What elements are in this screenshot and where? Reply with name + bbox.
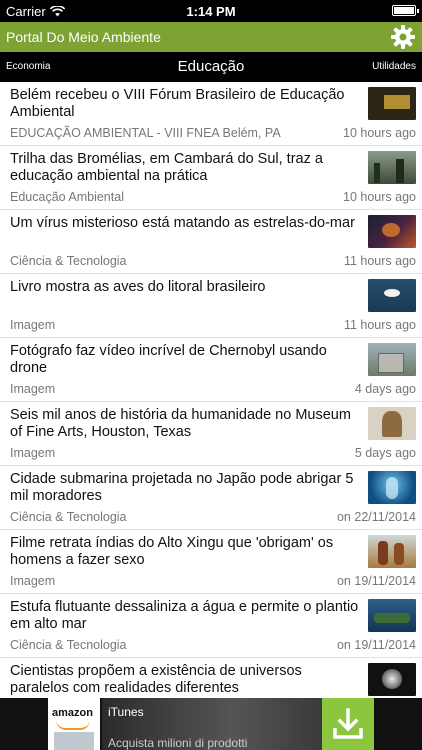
article-category: Ciência & Tecnologia	[10, 510, 127, 524]
article-row[interactable]: Trilha das Bromélias, em Cambará do Sul,…	[0, 146, 422, 210]
battery-icon	[392, 5, 419, 16]
article-row[interactable]: Cidade submarina projetada no Japão pode…	[0, 466, 422, 530]
app-title: Portal Do Meio Ambiente	[6, 29, 161, 45]
article-category: Imagem	[10, 574, 56, 588]
article-thumbnail	[368, 343, 416, 376]
tab-educacao[interactable]: Educação	[0, 58, 422, 75]
itunes-label: iTunes	[108, 705, 144, 719]
article-headline: Um vírus misterioso está matando as estr…	[10, 215, 355, 231]
article-category: Educação Ambiental	[10, 190, 124, 204]
article-row[interactable]: Estufa flutuante dessaliniza a água e pe…	[0, 594, 422, 658]
article-row[interactable]: Livro mostra as aves do litoral brasilei…	[0, 274, 422, 338]
article-category: Ciência & Tecnologia	[10, 254, 127, 268]
article-headline: Trilha das Bromélias, em Cambará do Sul,…	[10, 151, 323, 184]
gear-icon[interactable]	[390, 24, 416, 50]
article-category: Imagem	[10, 382, 56, 396]
article-headline: Fotógrafo faz vídeo incrível de Chernoby…	[10, 343, 327, 376]
article-headline: Filme retrata índias do Alto Xingu que '…	[10, 535, 334, 568]
article-time: 4 days ago	[354, 382, 416, 396]
download-icon	[333, 708, 363, 739]
article-thumbnail	[368, 87, 416, 120]
carrier: Carrier	[6, 4, 65, 19]
article-thumbnail	[368, 663, 416, 696]
article-headline: Livro mostra as aves do litoral brasilei…	[10, 279, 266, 295]
article-row[interactable]: Belém recebeu o VIII Fórum Brasileiro de…	[0, 82, 422, 146]
article-headline: Estufa flutuante dessaliniza a água e pe…	[10, 599, 359, 632]
app-bar: Portal Do Meio Ambiente	[0, 22, 422, 52]
battery-fill	[394, 7, 414, 14]
article-row[interactable]: Fotógrafo faz vídeo incrível de Chernoby…	[0, 338, 422, 402]
article-thumbnail	[368, 599, 416, 632]
article-time: on 22/11/2014	[336, 510, 416, 524]
article-time: on 19/11/2014	[336, 638, 416, 652]
article-row[interactable]: Seis mil anos de história da humanidade …	[0, 402, 422, 466]
article-row[interactable]: Um vírus misterioso está matando as estr…	[0, 210, 422, 274]
article-time: 11 hours ago	[343, 318, 416, 332]
status-bar: Carrier 1:14 PM	[0, 0, 422, 22]
article-thumbnail	[368, 535, 416, 568]
carrier-label: Carrier	[6, 3, 46, 19]
article-row[interactable]: Cientistas propõem a existência de unive…	[0, 658, 422, 698]
article-thumbnail	[368, 407, 416, 440]
article-category: Imagem	[10, 446, 56, 460]
category-tabs: Economia Educação Utilidades	[0, 52, 422, 82]
article-thumbnail	[368, 151, 416, 184]
article-headline: Cidade submarina projetada no Japão pode…	[10, 471, 354, 504]
article-time: 10 hours ago	[343, 126, 416, 140]
article-time: 11 hours ago	[343, 254, 416, 268]
article-list: Belém recebeu o VIII Fórum Brasileiro de…	[0, 82, 422, 698]
article-category: Ciência & Tecnologia	[10, 638, 127, 652]
amazon-logo: amazon	[48, 698, 100, 750]
ad-text: Acquista milioni di prodotti	[108, 736, 248, 750]
download-button[interactable]	[322, 698, 374, 750]
article-headline: Seis mil anos de história da humanidade …	[10, 407, 351, 440]
tab-utilidades[interactable]: Utilidades	[372, 61, 416, 72]
article-thumbnail	[368, 215, 416, 248]
article-row[interactable]: Filme retrata índias do Alto Xingu que '…	[0, 530, 422, 594]
amazon-wordmark: amazon	[52, 707, 93, 719]
article-category: Imagem	[10, 318, 56, 332]
article-headline: Cientistas propõem a existência de unive…	[10, 663, 302, 696]
article-time: on 19/11/2014	[336, 574, 416, 588]
article-time: 5 days ago	[354, 446, 416, 460]
article-thumbnail	[368, 279, 416, 312]
article-category: EDUCAÇÃO AMBIENTAL - VIII FNEA Belém, PA	[10, 126, 281, 140]
ad-banner[interactable]: amazon iTunes Acquista milioni di prodot…	[0, 698, 422, 750]
article-time: 10 hours ago	[343, 190, 416, 204]
article-headline: Belém recebeu o VIII Fórum Brasileiro de…	[10, 87, 345, 120]
amazon-ad-image	[54, 732, 94, 750]
amazon-smile-icon	[56, 720, 90, 730]
article-thumbnail	[368, 471, 416, 504]
wifi-icon	[49, 5, 65, 16]
